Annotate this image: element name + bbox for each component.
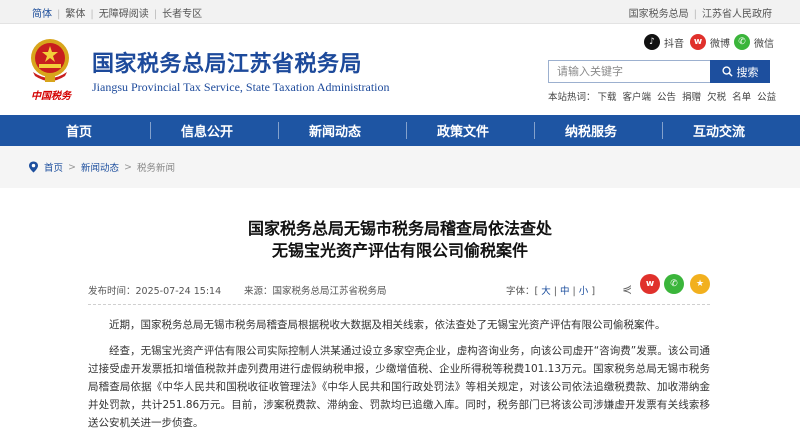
article-paragraph: 近期，国家税务总局无锡市税务局稽查局根据税收大数据及相关线索，依法查处了无锡宝光… [109, 319, 666, 331]
article-title-line-1: 国家税务总局无锡市税务局稽查局依法查处 [247, 219, 552, 238]
tax-emblem-icon[interactable] [25, 36, 75, 86]
site-subtitle: Jiangsu Provincial Tax Service, State Ta… [92, 80, 390, 94]
font-size-label: 字体： [506, 286, 535, 297]
hot-words-label: 本站热词： [548, 92, 596, 103]
hot-words: 本站热词： 下载 客户端 公告 捐赠 欠税 名单 公益 [548, 89, 782, 103]
breadcrumb-current[interactable]: 税务新闻 [137, 160, 175, 174]
main-nav: 首页 信息公开 新闻动态 政策文件 纳税服务 互动交流 [0, 115, 800, 146]
traditional-link[interactable]: 繁体 [65, 9, 85, 20]
simplified-link[interactable]: 简体 [32, 9, 52, 20]
font-size-medium[interactable]: 中 [560, 286, 570, 297]
breadcrumb-band: 首页 > 新闻动态 > 税务新闻 [0, 146, 800, 188]
jiangsu-gov-link[interactable]: 江苏省人民政府 [702, 9, 772, 20]
douyin-icon: ♪ [644, 34, 660, 50]
weibo-label: 微博 [710, 38, 730, 50]
top-right-links: 国家税务总局 | 江苏省人民政府 [628, 9, 772, 20]
wechat-label: 微信 [754, 38, 774, 50]
hot-word-donation[interactable]: 捐赠 [682, 92, 701, 103]
share-qzone-icon[interactable]: ★ [690, 274, 710, 294]
hot-word-welfare[interactable]: 公益 [757, 92, 776, 103]
wechat-icon: ✆ [734, 34, 750, 50]
nav-policy[interactable]: 政策文件 [406, 115, 520, 146]
weibo-icon: w [690, 34, 706, 50]
breadcrumb-home[interactable]: 首页 [44, 160, 63, 174]
search-icon [721, 66, 733, 77]
douyin-link[interactable]: ♪ 抖音 [644, 34, 684, 50]
search-button[interactable]: 搜索 [710, 60, 770, 83]
nav-home[interactable]: 首页 [22, 115, 136, 146]
share-weibo-icon[interactable]: w [640, 274, 660, 294]
article-title-line-2: 无锡宝光资产评估有限公司偷税案件 [271, 241, 528, 260]
sta-link[interactable]: 国家税务总局 [629, 9, 689, 20]
nav-news[interactable]: 新闻动态 [278, 115, 392, 146]
share-icon[interactable]: ⋞ [622, 282, 632, 296]
wechat-link[interactable]: ✆ 微信 [734, 34, 774, 50]
font-size-small[interactable]: 小 [579, 286, 589, 297]
elderly-zone-link[interactable]: 长者专区 [162, 9, 202, 20]
site-title[interactable]: 国家税务总局江苏省税务局 [92, 46, 362, 78]
top-left-links: 简体 | 繁体 | 无障碍阅读 | 长者专区 [32, 9, 203, 20]
breadcrumb-separator: > [124, 161, 132, 173]
article-meta: 发布时间：2025-07-24 15:14 来源：国家税务总局江苏省税务局 字体… [88, 274, 710, 300]
hot-word-client[interactable]: 客户端 [623, 92, 652, 103]
article-source: 来源：国家税务总局江苏省税务局 [244, 286, 387, 297]
search-input[interactable] [548, 60, 710, 83]
nav-interaction[interactable]: 互动交流 [662, 115, 776, 146]
emblem-caption: 中国税务 [31, 91, 71, 102]
share-wechat-icon[interactable]: ✆ [664, 274, 684, 294]
font-size-switcher: 字体：[ 大 | 中 | 小 ] [506, 286, 596, 297]
nav-tax-service[interactable]: 纳税服务 [534, 115, 648, 146]
font-size-large[interactable]: 大 [541, 286, 551, 297]
douyin-label: 抖音 [664, 38, 684, 50]
weibo-link[interactable]: w 微博 [690, 34, 730, 50]
hot-word-list[interactable]: 名单 [732, 92, 751, 103]
breadcrumb-separator: > [68, 161, 76, 173]
publish-date: 发布时间：2025-07-24 15:14 [88, 286, 222, 297]
location-pin-icon [29, 161, 38, 173]
accessible-reading-link[interactable]: 无障碍阅读 [99, 9, 149, 20]
breadcrumb: 首页 > 新闻动态 > 税务新闻 [28, 160, 175, 174]
top-utility-bar: 简体 | 繁体 | 无障碍阅读 | 长者专区 国家税务总局 | 江苏省人民政府 [0, 0, 800, 24]
nav-info-disclosure[interactable]: 信息公开 [150, 115, 264, 146]
hot-word-notice[interactable]: 公告 [657, 92, 676, 103]
site-header: 中国税务 国家税务总局江苏省税务局 Jiangsu Provincial Tax… [0, 24, 800, 115]
article-title: 国家税务总局无锡市税务局稽查局依法查处 无锡宝光资产评估有限公司偷税案件 [0, 218, 800, 262]
meta-divider [88, 304, 710, 305]
search-button-label: 搜索 [736, 65, 759, 79]
hot-word-arrears[interactable]: 欠税 [707, 92, 726, 103]
hot-word-download[interactable]: 下载 [598, 92, 617, 103]
article-paragraph: 经查，无锡宝光资产评估有限公司实际控制人洪某通过设立多家空壳企业，虚构咨询业务，… [88, 345, 710, 429]
breadcrumb-news[interactable]: 新闻动态 [81, 160, 119, 174]
